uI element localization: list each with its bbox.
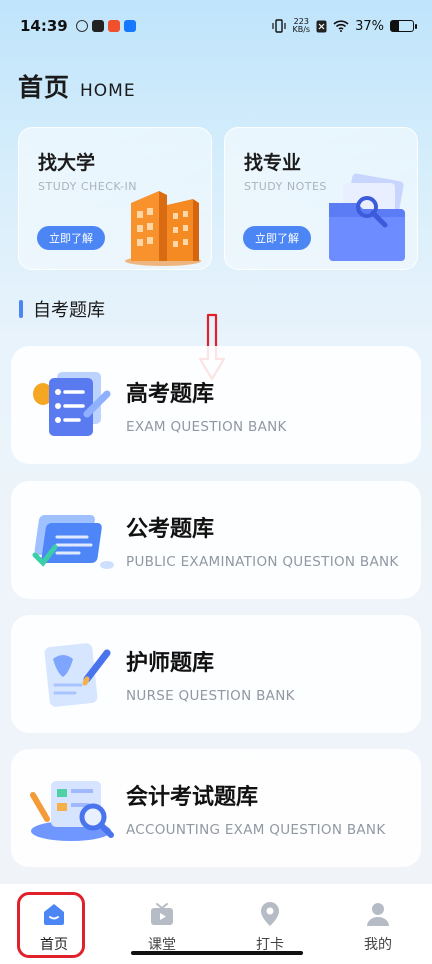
- page-header: 首页 HOME: [18, 68, 136, 104]
- card-title: 找大学: [38, 152, 96, 174]
- gaokao-bank-card[interactable]: 高考题库 EXAM QUESTION BANK: [11, 346, 421, 464]
- civil-service-bank-card[interactable]: 公考题库 PUBLIC EXAMINATION QUESTION BANK: [11, 481, 421, 599]
- page-subtitle: HOME: [80, 81, 136, 101]
- bank-english-name: NURSE QUESTION BANK: [126, 688, 295, 704]
- bank-name: 会计考试题库: [126, 785, 259, 810]
- nurse-note-icon: [44, 643, 111, 707]
- find-university-card[interactable]: 找大学 STUDY CHECK-IN 立即了解: [18, 127, 212, 270]
- tab-label: 我的: [364, 937, 392, 953]
- bank-name: 公考题库: [126, 517, 215, 542]
- learn-more-button[interactable]: 立即了解: [37, 226, 105, 250]
- nurse-bank-card[interactable]: 护师题库 NURSE QUESTION BANK: [11, 615, 421, 733]
- video-app-icon: [91, 20, 104, 32]
- card-title: 找专业: [244, 152, 302, 174]
- checklist-icon: [33, 372, 111, 436]
- app-notification-icon: [75, 20, 88, 32]
- status-bar: 14:39 223 KB/s 37%: [0, 0, 432, 52]
- status-time: 14:39: [20, 17, 68, 35]
- battery-icon: [390, 20, 417, 32]
- annotation-highlight-box: [17, 892, 85, 958]
- page-title: 首页: [18, 73, 71, 102]
- sim-icon: [316, 20, 327, 32]
- bank-english-name: ACCOUNTING EXAM QUESTION BANK: [126, 822, 386, 838]
- wifi-icon: [333, 20, 349, 32]
- bank-name: 高考题库: [126, 382, 215, 407]
- section-accent-bar: [19, 300, 23, 318]
- notification-icons: [75, 20, 136, 32]
- bank-english-name: EXAM QUESTION BANK: [126, 419, 287, 435]
- gesture-home-bar[interactable]: [131, 951, 303, 955]
- battery-percent: 37%: [355, 18, 384, 34]
- location-pin-icon: [261, 902, 279, 926]
- accounting-bank-card[interactable]: 会计考试题库 ACCOUNTING EXAM QUESTION BANK: [11, 749, 421, 867]
- bank-english-name: PUBLIC EXAMINATION QUESTION BANK: [126, 554, 399, 570]
- person-icon: [367, 903, 389, 926]
- bank-name: 护师题库: [126, 651, 215, 676]
- learn-more-button[interactable]: 立即了解: [243, 226, 311, 250]
- network-speed: 223 KB/s: [292, 17, 311, 34]
- alipay-icon: [123, 20, 136, 32]
- document-card-icon: [32, 515, 114, 569]
- shopping-app-icon: [107, 20, 120, 32]
- building-icon: [125, 191, 201, 266]
- card-subtitle: STUDY NOTES: [244, 180, 327, 193]
- magnifier-report-icon: [30, 781, 114, 841]
- section-title: 自考题库: [33, 300, 105, 321]
- section-header: 自考题库: [19, 296, 105, 322]
- vibrate-icon: [272, 19, 287, 33]
- find-major-card[interactable]: 找专业 STUDY NOTES 立即了解: [224, 127, 418, 270]
- tab-mine[interactable]: 我的: [324, 884, 432, 964]
- tv-play-icon: [151, 903, 173, 925]
- folder-icon: [329, 173, 405, 261]
